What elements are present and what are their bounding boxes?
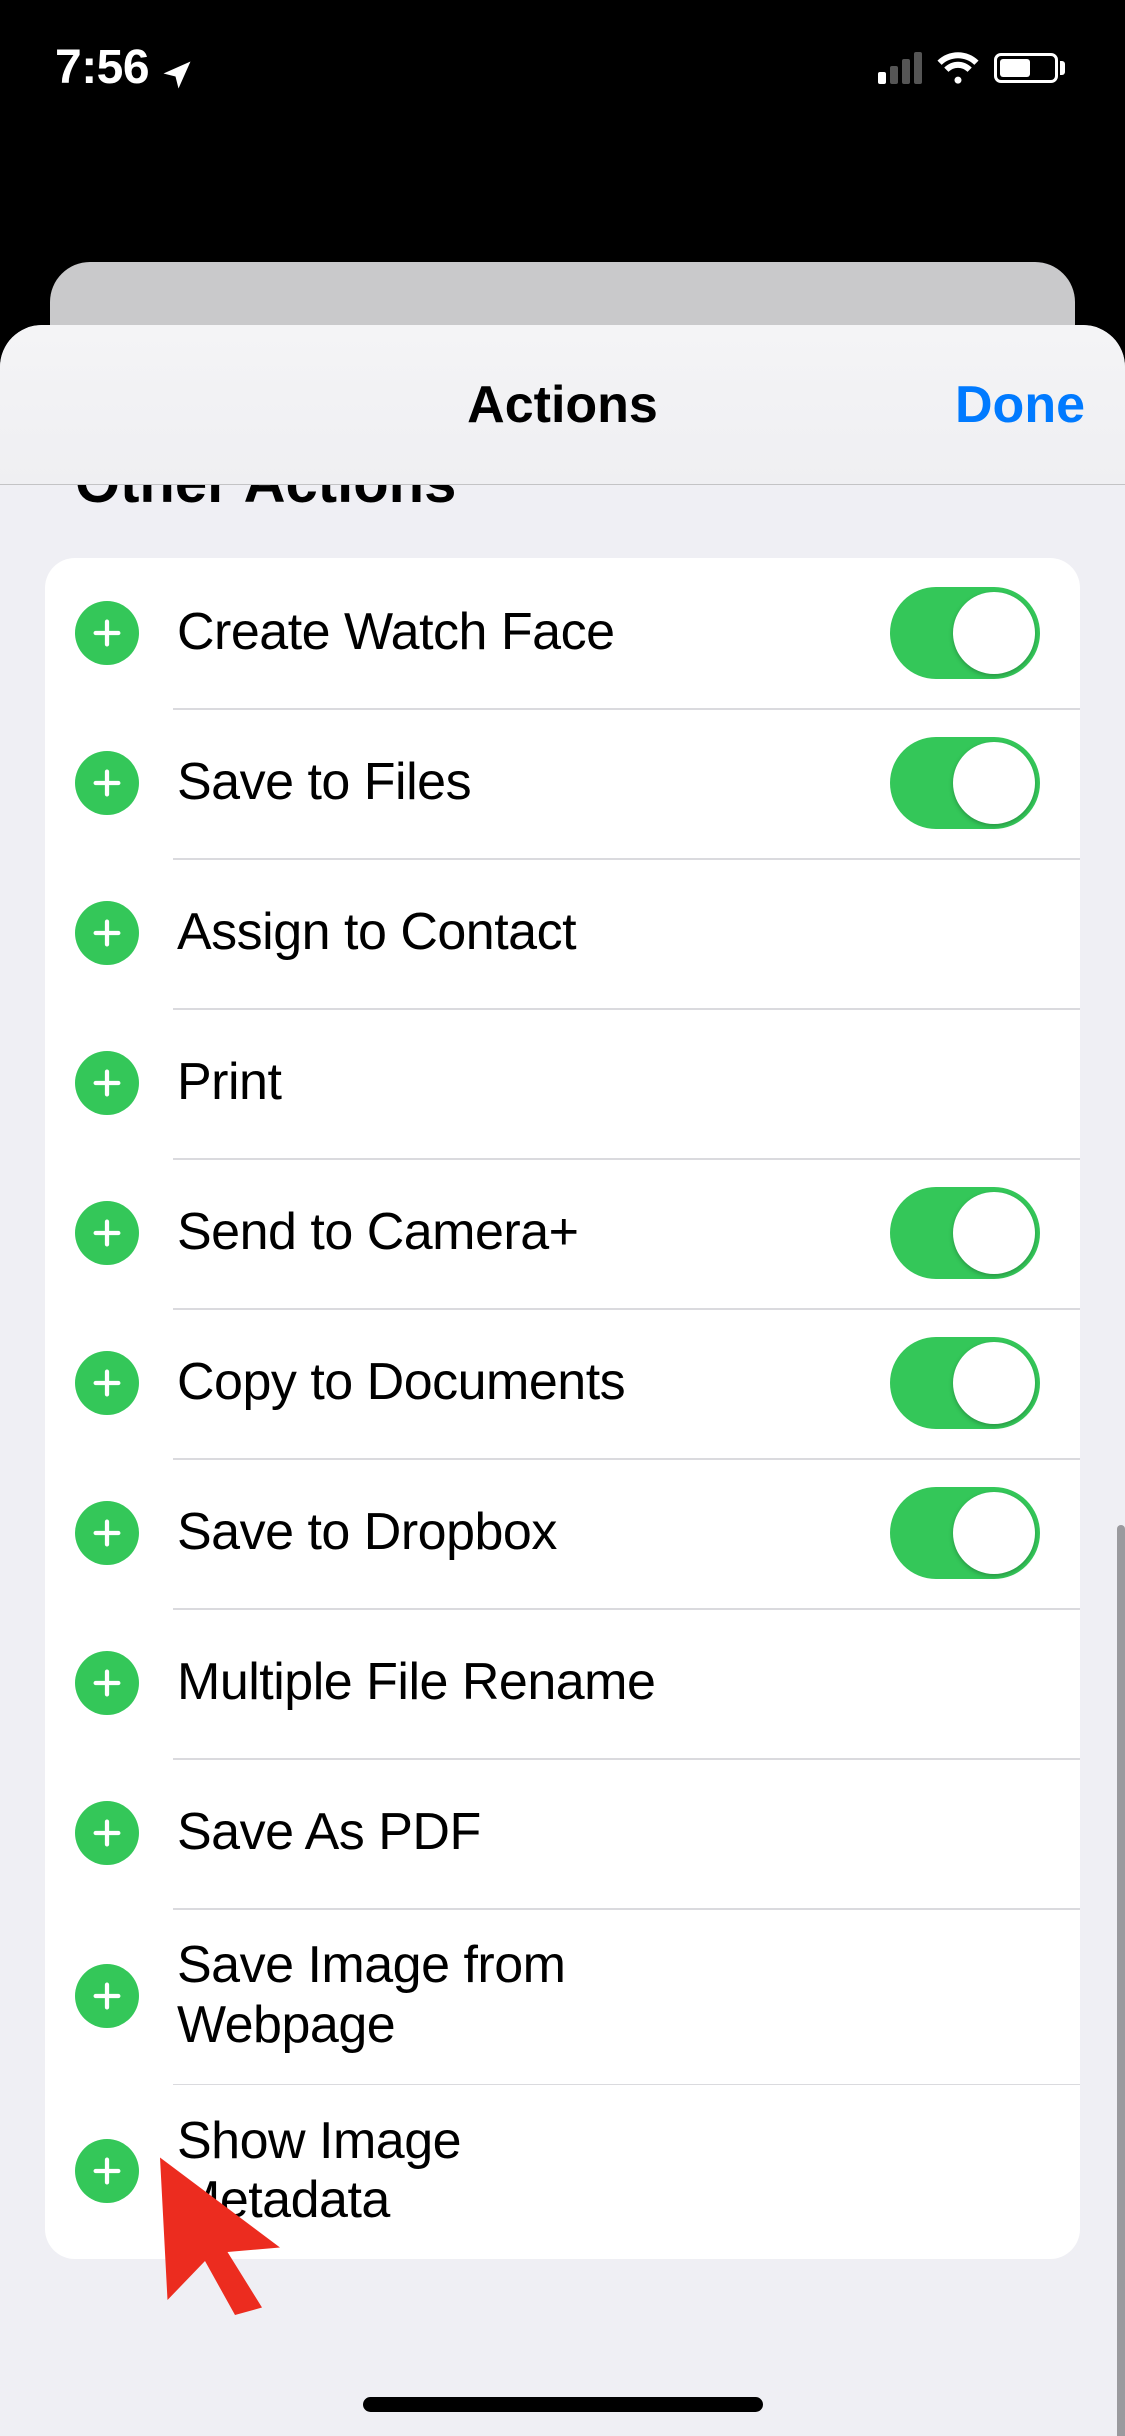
action-label: Multiple File Rename [177, 1653, 1040, 1713]
section-header-other-actions: Other Actions [45, 485, 1080, 516]
done-button[interactable]: Done [955, 375, 1085, 435]
status-bar: 7:56 [0, 0, 1125, 135]
toggle-switch[interactable] [890, 737, 1040, 829]
plus-icon[interactable] [75, 1201, 139, 1265]
action-label: Print [177, 1053, 1040, 1113]
nav-bar: Actions Done [0, 325, 1125, 485]
cursor-arrow-icon [145, 2150, 295, 2320]
action-label: Save Image from Webpage [177, 1936, 597, 2056]
action-label: Save to Dropbox [177, 1503, 852, 1563]
plus-icon[interactable] [75, 601, 139, 665]
plus-icon[interactable] [75, 1964, 139, 2028]
plus-icon[interactable] [75, 1051, 139, 1115]
page-title: Actions [467, 375, 658, 435]
location-arrow-icon [159, 50, 195, 86]
action-row-save-image-from-webpage[interactable]: Save Image from Webpage [45, 1908, 1080, 2084]
action-label: Copy to Documents [177, 1353, 852, 1413]
plus-icon[interactable] [75, 901, 139, 965]
action-label: Create Watch Face [177, 603, 852, 663]
action-row-save-to-dropbox[interactable]: Save to Dropbox [45, 1458, 1080, 1608]
plus-icon[interactable] [75, 1351, 139, 1415]
toggle-switch[interactable] [890, 1487, 1040, 1579]
action-row-save-as-pdf[interactable]: Save As PDF [45, 1758, 1080, 1908]
wifi-icon [936, 46, 980, 90]
action-label: Send to Camera+ [177, 1203, 852, 1263]
plus-icon[interactable] [75, 2139, 139, 2203]
action-label: Save to Files [177, 753, 852, 813]
status-time: 7:56 [55, 40, 149, 95]
home-indicator[interactable] [363, 2397, 763, 2412]
action-row-send-to-camera-plus[interactable]: Send to Camera+ [45, 1158, 1080, 1308]
action-row-assign-to-contact[interactable]: Assign to Contact [45, 858, 1080, 1008]
status-time-group: 7:56 [55, 40, 195, 95]
action-row-multiple-file-rename[interactable]: Multiple File Rename [45, 1608, 1080, 1758]
battery-icon [994, 53, 1065, 83]
plus-icon[interactable] [75, 1501, 139, 1565]
toggle-switch[interactable] [890, 1337, 1040, 1429]
status-icons [878, 46, 1065, 90]
scroll-indicator[interactable] [1117, 1525, 1125, 2436]
actions-sheet: Actions Done Other Actions Create Watch … [0, 325, 1125, 2436]
action-label: Save As PDF [177, 1803, 1040, 1863]
cellular-signal-icon [878, 52, 922, 84]
plus-icon[interactable] [75, 1651, 139, 1715]
action-label: Assign to Contact [177, 903, 1040, 963]
toggle-switch[interactable] [890, 1187, 1040, 1279]
plus-icon[interactable] [75, 751, 139, 815]
toggle-switch[interactable] [890, 587, 1040, 679]
plus-icon[interactable] [75, 1801, 139, 1865]
action-row-print[interactable]: Print [45, 1008, 1080, 1158]
action-row-copy-to-documents[interactable]: Copy to Documents [45, 1308, 1080, 1458]
action-row-save-to-files[interactable]: Save to Files [45, 708, 1080, 858]
content-area[interactable]: Other Actions Create Watch Face Save to … [0, 485, 1125, 2436]
action-row-create-watch-face[interactable]: Create Watch Face [45, 558, 1080, 708]
actions-card: Create Watch Face Save to Files Assign t… [45, 558, 1080, 2259]
